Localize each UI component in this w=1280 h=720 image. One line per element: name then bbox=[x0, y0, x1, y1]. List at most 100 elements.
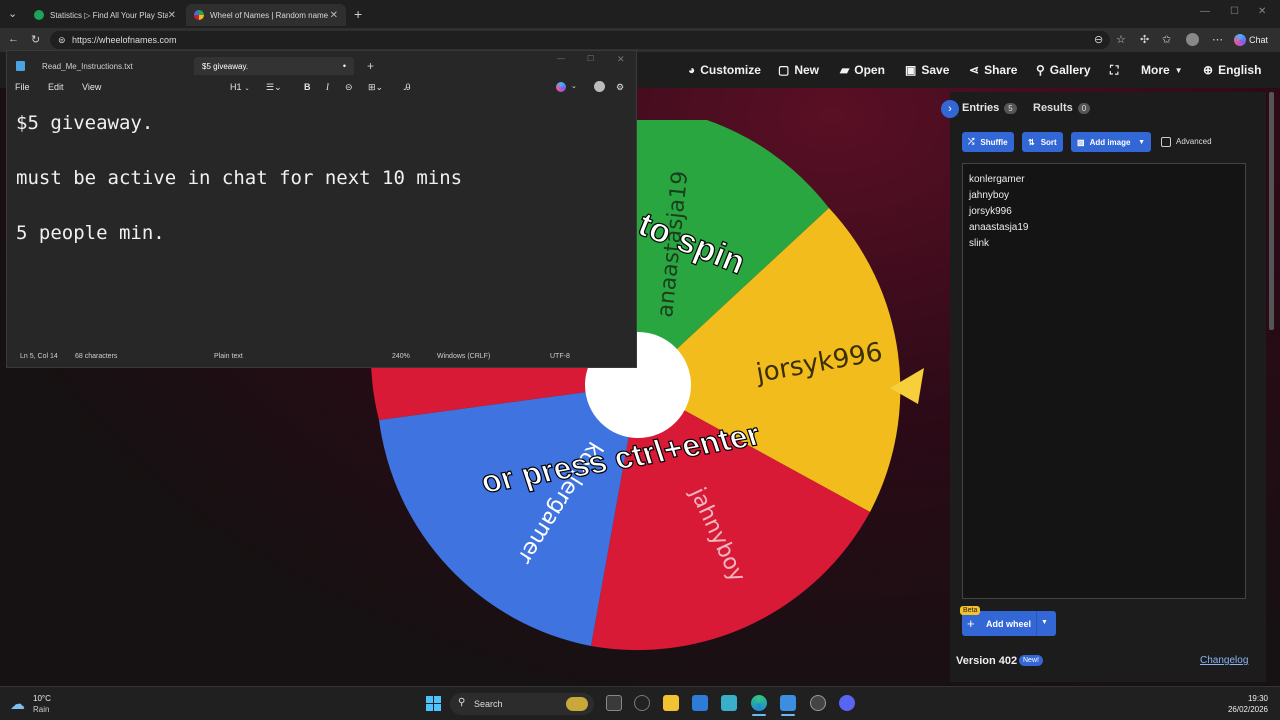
tab-results[interactable]: Results 0 bbox=[1033, 102, 1091, 114]
add-wheel-dropdown-caret-icon[interactable]: ▼ bbox=[1041, 619, 1048, 626]
page-scrollbar[interactable] bbox=[1269, 92, 1274, 330]
copilot-icon bbox=[1234, 34, 1246, 46]
clock-time: 19:30 bbox=[1247, 694, 1268, 703]
notepad-close-icon[interactable]: ✕ bbox=[617, 54, 625, 65]
refresh-icon[interactable]: ↻ bbox=[31, 33, 40, 46]
link-icon[interactable]: ⊝ bbox=[345, 82, 353, 93]
language-button[interactable]: ⊕ English bbox=[1203, 63, 1261, 77]
add-image-label: Add image bbox=[1089, 137, 1131, 147]
more-button[interactable]: More ▼ bbox=[1141, 63, 1183, 77]
save-button[interactable]: ▣ Save bbox=[905, 63, 949, 77]
cursor-position: Ln 5, Col 14 bbox=[20, 353, 58, 360]
browser-tab-statistics[interactable]: Statistics ▷ Find All Your Play Stat ✕ bbox=[26, 4, 184, 26]
tab-list-icon[interactable]: ⌄ bbox=[8, 7, 17, 20]
plus-icon: + bbox=[967, 616, 975, 631]
caret-down-icon: ▼ bbox=[1174, 65, 1183, 75]
changelog-link[interactable]: Changelog bbox=[1200, 655, 1248, 666]
weather-condition: Rain bbox=[33, 705, 50, 714]
unsaved-dot-icon[interactable]: • bbox=[343, 61, 346, 71]
notepad-taskbar-icon[interactable] bbox=[780, 695, 796, 711]
store-icon[interactable] bbox=[692, 695, 708, 711]
heading-dropdown[interactable]: H1 ⌄ bbox=[230, 82, 250, 92]
search-icon: ⚲ bbox=[1036, 63, 1045, 77]
browser-tab-title: Wheel of Names | Random name bbox=[210, 10, 329, 20]
caret-down-icon[interactable]: ⌄ bbox=[571, 82, 577, 90]
advanced-checkbox[interactable] bbox=[1161, 137, 1171, 147]
save-icon: ▣ bbox=[905, 63, 917, 77]
gallery-button[interactable]: ⚲ Gallery bbox=[1036, 63, 1091, 77]
notepad-maximize-icon[interactable]: ☐ bbox=[587, 54, 594, 63]
open-label: Open bbox=[854, 63, 885, 77]
open-button[interactable]: ▰ Open bbox=[840, 63, 885, 77]
discord-icon[interactable] bbox=[839, 695, 855, 711]
caret-down-icon: ▼ bbox=[1138, 138, 1145, 146]
read-aloud-icon[interactable]: ⊖ bbox=[1094, 33, 1103, 46]
new-badge: New! bbox=[1019, 655, 1043, 666]
entries-textarea[interactable]: konlergamer jahnyboy jorsyk996 anaastasj… bbox=[962, 163, 1246, 599]
collapse-panel-chevron-icon[interactable]: › bbox=[941, 100, 959, 118]
close-tab-icon[interactable]: ✕ bbox=[330, 10, 338, 21]
add-image-button[interactable]: ▨ Add image ▼ bbox=[1071, 132, 1151, 152]
share-button[interactable]: ⋖ Share bbox=[969, 63, 1017, 77]
caret-down-icon: ⌄ bbox=[244, 86, 250, 92]
minimize-window-icon[interactable]: — bbox=[1200, 6, 1210, 17]
active-app-indicator bbox=[781, 714, 795, 716]
list-item: jorsyk996 bbox=[969, 206, 1012, 217]
notepad-new-tab-icon[interactable]: + bbox=[367, 59, 374, 73]
extensions-icon[interactable]: ✣ bbox=[1140, 33, 1149, 46]
search-label: Search bbox=[474, 699, 503, 709]
save-label: Save bbox=[921, 63, 950, 77]
file-explorer-icon[interactable] bbox=[663, 695, 679, 711]
vscode-icon[interactable] bbox=[721, 695, 737, 711]
table-icon[interactable]: ⊞⌄ bbox=[368, 82, 383, 93]
customize-button[interactable]: ◕ Customize bbox=[688, 63, 761, 77]
browser-tab-wheel[interactable]: Wheel of Names | Random name ✕ bbox=[186, 4, 346, 26]
tab-entries[interactable]: Entries 5 bbox=[962, 102, 1017, 114]
entries-count-badge: 5 bbox=[1004, 102, 1017, 114]
steam-icon[interactable] bbox=[810, 695, 826, 711]
notepad-text-area[interactable]: $5 giveaway. must be active in chat for … bbox=[16, 110, 626, 275]
shuffle-button[interactable]: ⤮ Shuffle bbox=[962, 132, 1014, 152]
add-wheel-label: Add wheel bbox=[986, 619, 1032, 629]
weather-cloud-icon[interactable]: ☁ bbox=[10, 695, 25, 713]
address-bar-input[interactable]: ⊜ https://wheelofnames.com bbox=[50, 31, 1110, 49]
copilot-icon[interactable] bbox=[556, 82, 566, 92]
windows-start-icon[interactable] bbox=[426, 696, 441, 711]
site-info-icon[interactable]: ⊜ bbox=[58, 35, 66, 46]
sort-button[interactable]: ⇅ Sort bbox=[1022, 132, 1063, 152]
advanced-label: Advanced bbox=[1176, 137, 1212, 146]
maximize-window-icon[interactable]: ☐ bbox=[1230, 6, 1239, 17]
settings-gear-icon[interactable]: ⚙ bbox=[616, 82, 624, 93]
notepad-tab-readme[interactable]: Read_Me_Instructions.txt bbox=[34, 57, 192, 75]
notepad-minimize-icon[interactable]: — bbox=[557, 54, 565, 63]
close-window-icon[interactable]: ✕ bbox=[1258, 6, 1266, 17]
favorites-icon[interactable]: ✩ bbox=[1162, 33, 1171, 46]
sort-label: Sort bbox=[1040, 137, 1057, 147]
account-avatar[interactable] bbox=[594, 81, 605, 92]
menu-file[interactable]: File bbox=[15, 82, 30, 92]
favorite-star-icon[interactable]: ☆ bbox=[1116, 33, 1126, 46]
menu-edit[interactable]: Edit bbox=[48, 82, 64, 92]
list-format-icon[interactable]: ☰⌄ bbox=[266, 82, 282, 93]
folder-icon: ▰ bbox=[840, 63, 850, 77]
new-tab-icon[interactable]: + bbox=[354, 6, 362, 22]
new-button[interactable]: ▢ New bbox=[778, 63, 819, 77]
menu-view[interactable]: View bbox=[82, 82, 101, 92]
fullscreen-button[interactable]: ⛶ bbox=[1110, 63, 1123, 78]
back-icon[interactable]: ← bbox=[8, 33, 19, 45]
more-menu-icon[interactable]: ⋯ bbox=[1212, 33, 1223, 46]
media-player-icon[interactable] bbox=[634, 695, 650, 711]
italic-icon[interactable]: I bbox=[326, 82, 329, 92]
copilot-chat-button[interactable]: Chat bbox=[1234, 32, 1274, 48]
task-view-icon[interactable] bbox=[606, 695, 622, 711]
entries-tab-label: Entries bbox=[962, 102, 1000, 114]
notepad-tab-giveaway[interactable]: $5 giveaway. • bbox=[194, 57, 354, 75]
globe-icon: ⊕ bbox=[1203, 63, 1214, 77]
bold-icon[interactable]: B bbox=[304, 82, 311, 92]
edge-browser-icon[interactable] bbox=[751, 695, 767, 711]
more-label: More bbox=[1141, 63, 1170, 77]
close-tab-icon[interactable]: ✕ bbox=[168, 10, 176, 21]
zoom-level[interactable]: 240% bbox=[392, 353, 410, 360]
clear-formatting-icon[interactable]: Ꭿ bbox=[404, 82, 411, 93]
profile-avatar[interactable] bbox=[1186, 33, 1199, 46]
